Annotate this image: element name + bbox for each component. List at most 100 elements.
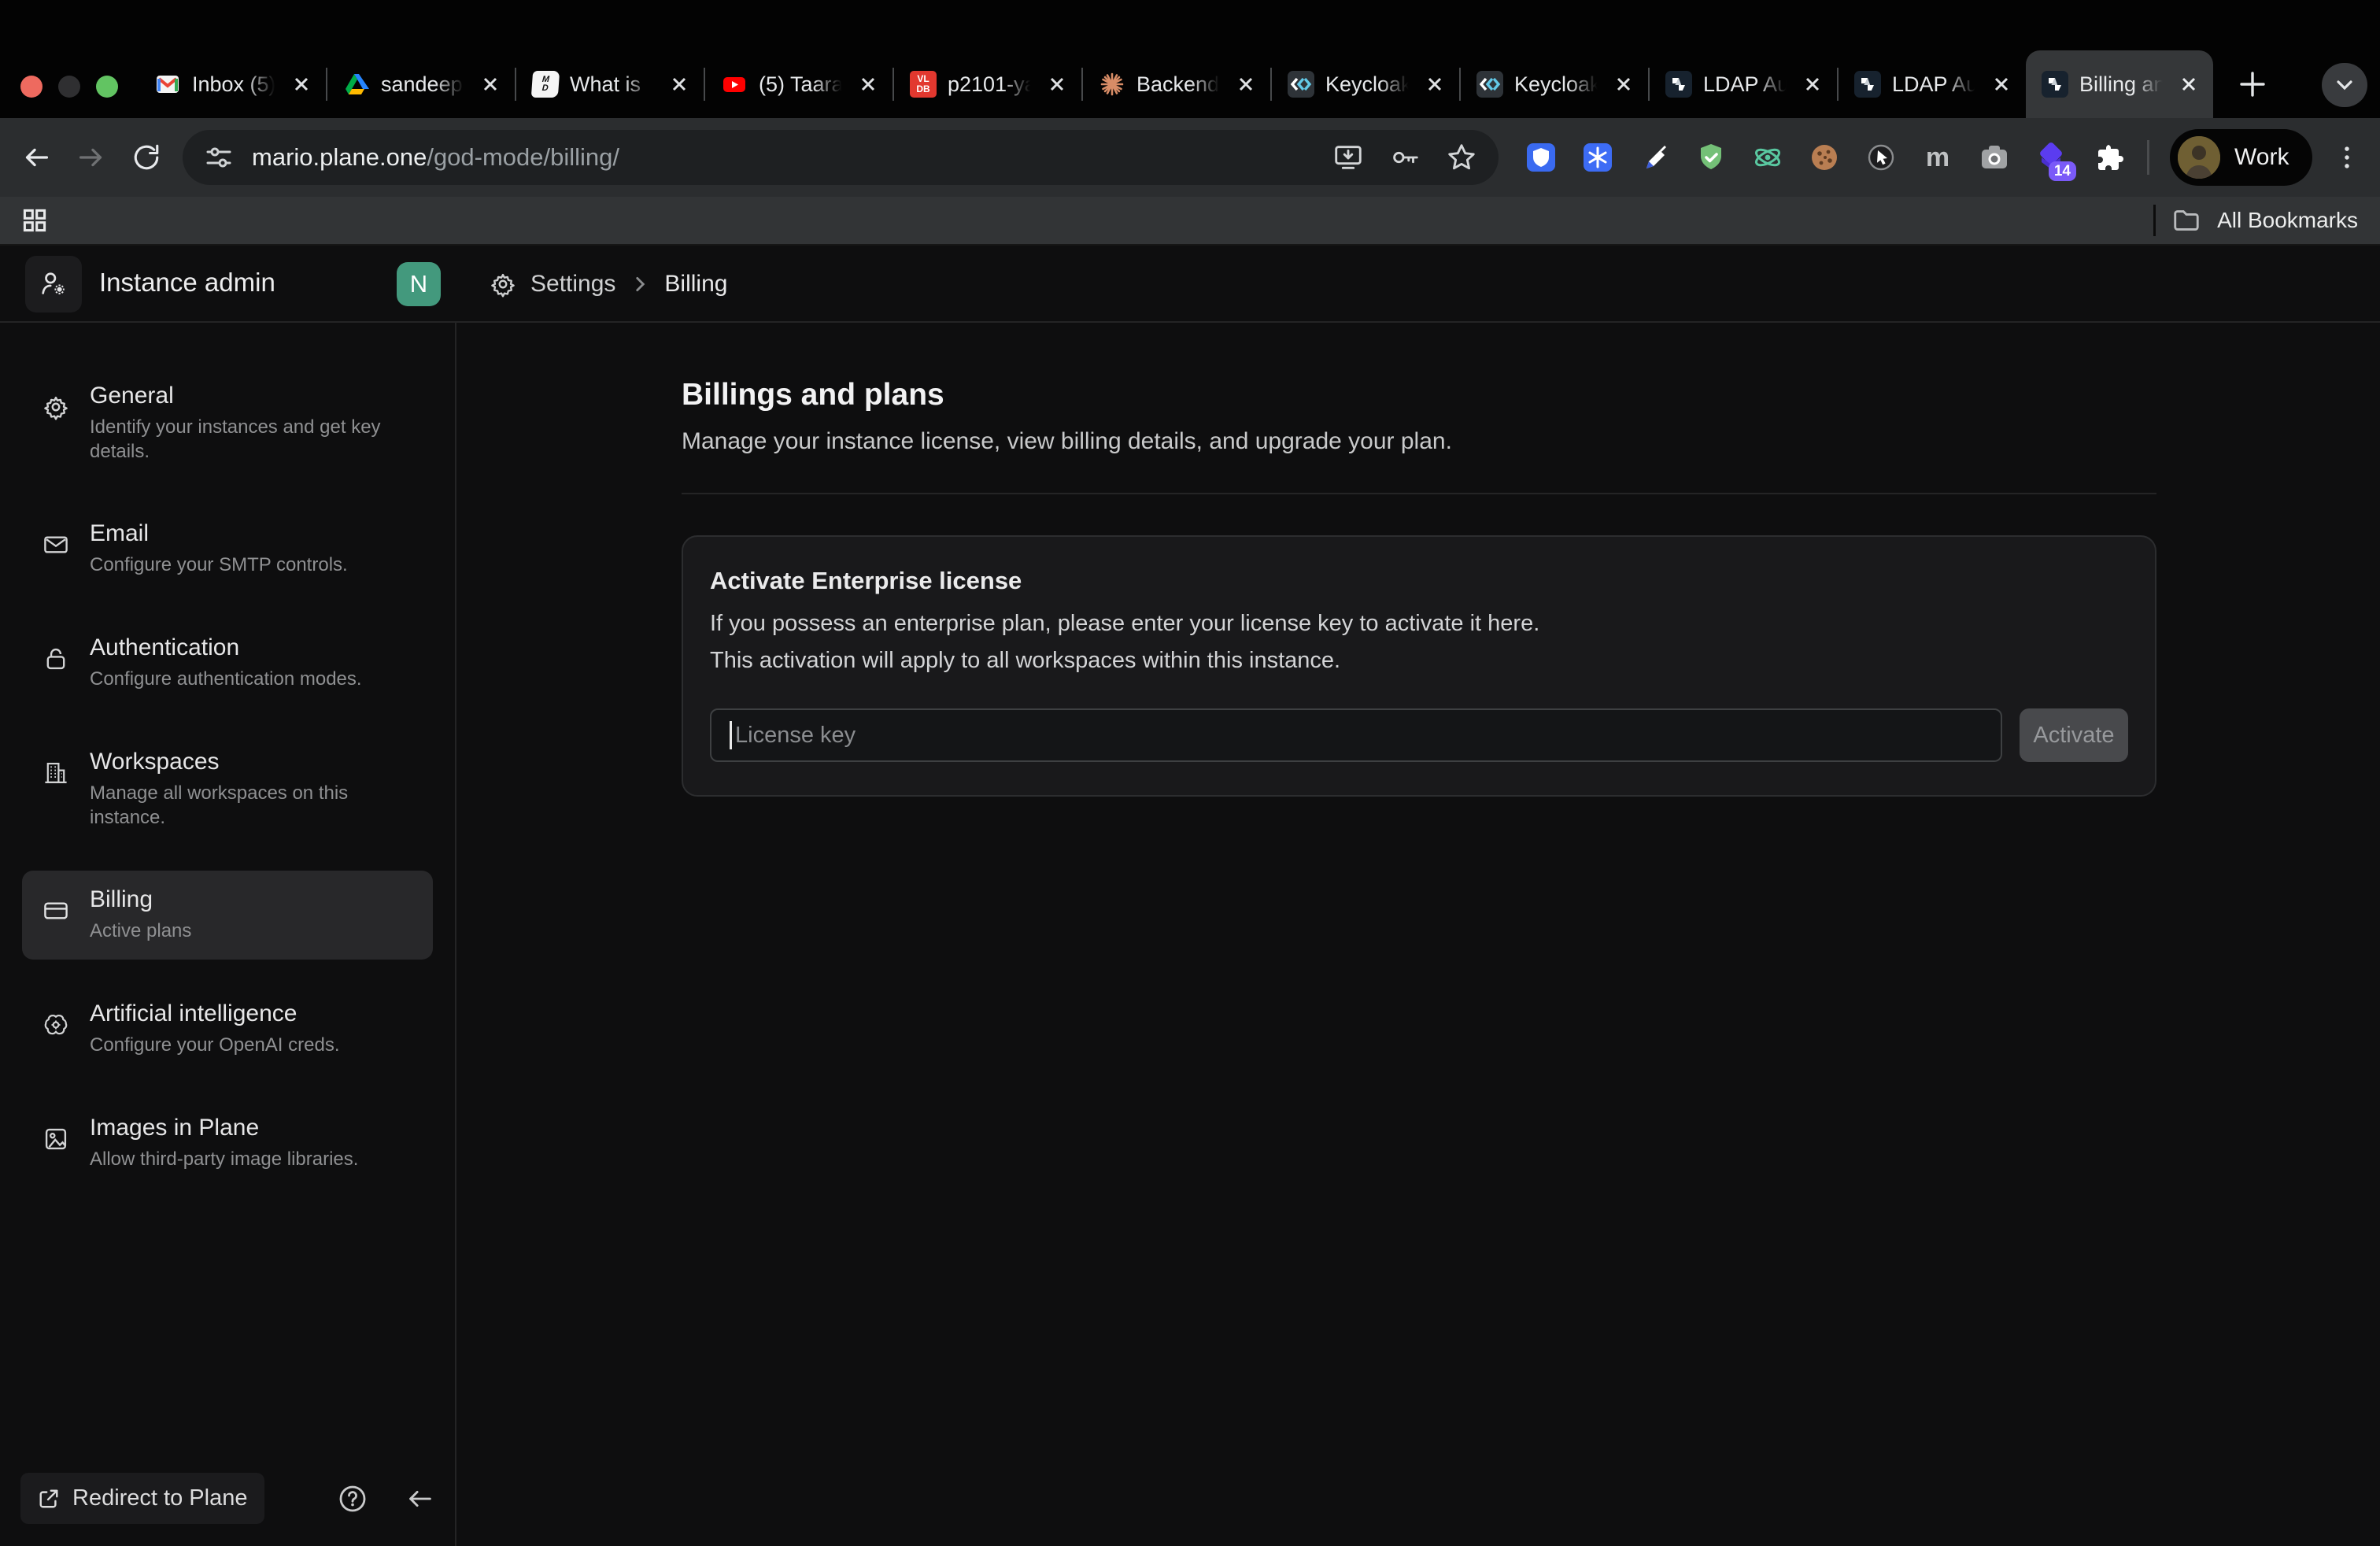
tab-title: sandeep [381, 72, 468, 97]
reload-button[interactable] [128, 139, 165, 176]
sidebar-item-description: Active plans [90, 919, 191, 944]
user-avatar[interactable]: N [397, 262, 441, 306]
profile-chip[interactable]: Work [2170, 129, 2312, 186]
url-path: /god-mode/billing/ [427, 143, 619, 171]
tab-title: Billing an [2079, 72, 2166, 97]
tab-youtube[interactable]: (5) Taara [705, 50, 893, 118]
sidebar-item-authentication[interactable]: Authentication Configure authentication … [22, 619, 433, 708]
help-icon[interactable] [337, 1483, 368, 1515]
password-key-icon[interactable] [1388, 141, 1421, 174]
browser-menu-icon[interactable] [2330, 140, 2364, 175]
sidebar-item-general[interactable]: General Identify your instances and get … [22, 367, 433, 479]
lock-icon [42, 645, 69, 672]
sidebar-item-label: Email [90, 520, 348, 547]
tab-close-icon[interactable] [479, 72, 502, 96]
m-letter-extension-icon[interactable]: m [1922, 142, 1953, 173]
tab-keycloak[interactable]: Keycloak [1461, 50, 1648, 118]
sidebar-item-workspaces[interactable]: Workspaces Manage all workspaces on this… [22, 733, 433, 845]
forward-button[interactable] [72, 139, 110, 176]
zoom-window-button[interactable] [96, 76, 118, 98]
google-drive-icon [343, 71, 370, 98]
bookmark-star-icon[interactable] [1445, 141, 1478, 174]
cursor-extension-icon[interactable] [1865, 142, 1897, 173]
close-window-button[interactable] [20, 76, 42, 98]
address-bar[interactable]: mario.plane.one/god-mode/billing/ [183, 130, 1499, 185]
snowflake-extension-icon[interactable] [1582, 142, 1613, 173]
tab-close-icon[interactable] [1423, 72, 1447, 96]
tab-keycloak[interactable]: Keycloak [1272, 50, 1459, 118]
tab-ldap[interactable]: LDAP Au [1650, 50, 1837, 118]
chevron-right-icon [630, 274, 650, 294]
extensions-puzzle-icon[interactable] [2092, 142, 2123, 173]
redirect-to-plane-button[interactable]: Redirect to Plane [20, 1473, 264, 1524]
page-subtitle: Manage your instance license, view billi… [682, 428, 2156, 455]
app-title: Instance admin [99, 268, 275, 298]
tab-close-icon[interactable] [1801, 72, 1824, 96]
tab-close-icon[interactable] [1045, 72, 1069, 96]
sidebar-item-artificial-intelligence[interactable]: Artificial intelligence Configure your O… [22, 985, 433, 1074]
instance-admin-icon [25, 256, 82, 313]
tab-close-icon[interactable] [1234, 72, 1258, 96]
tab-title: p2101-ya [948, 72, 1034, 97]
cookie-extension-icon[interactable] [1809, 142, 1840, 173]
tab-search-chevron[interactable] [2322, 63, 2367, 107]
external-link-icon [38, 1488, 60, 1510]
apps-grid-icon[interactable] [20, 206, 49, 235]
text-caret [730, 721, 732, 749]
tab-close-icon[interactable] [1990, 72, 2013, 96]
youtube-icon [721, 71, 748, 98]
toolbar-separator [2147, 140, 2149, 175]
plane-admin-page: Instance admin N Settings Billing Genera… [0, 246, 2380, 1546]
keycloak-icon [1476, 71, 1503, 98]
minimize-window-button[interactable] [58, 76, 80, 98]
pen-extension-icon[interactable] [1639, 142, 1670, 173]
tab-drive[interactable]: sandeep [327, 50, 515, 118]
tab-inbox[interactable]: Inbox (5) [139, 50, 326, 118]
tab-close-icon[interactable] [2177, 72, 2201, 96]
atom-extension-icon[interactable] [1752, 142, 1783, 173]
tab-close-icon[interactable] [856, 72, 880, 96]
license-key-input[interactable] [710, 708, 2002, 762]
collapse-sidebar-arrow-icon[interactable] [403, 1482, 436, 1515]
gear-icon [42, 394, 69, 420]
sidebar-item-email[interactable]: Email Configure your SMTP controls. [22, 505, 433, 594]
tab-title: LDAP Au [1892, 72, 1979, 97]
image-icon [42, 1126, 69, 1152]
new-tab-button[interactable] [2234, 65, 2271, 103]
folder-icon [2171, 205, 2201, 235]
purple-extension-icon[interactable]: 14 [2035, 142, 2067, 173]
tab-backend[interactable]: Backend [1083, 50, 1270, 118]
tab-close-icon[interactable] [290, 72, 313, 96]
green-shield-extension-icon[interactable] [1695, 142, 1727, 173]
activate-button[interactable]: Activate [2020, 708, 2128, 762]
plane-icon [1665, 71, 1692, 98]
sidebar-item-description: Configure your SMTP controls. [90, 553, 348, 578]
tab-article[interactable]: MD What is [516, 50, 704, 118]
sidebar-item-billing[interactable]: Billing Active plans [22, 871, 433, 960]
camera-extension-icon[interactable] [1979, 142, 2010, 173]
page-title: Billings and plans [682, 378, 2156, 412]
install-app-icon[interactable] [1332, 141, 1365, 174]
card-line-1: If you possess an enterprise plan, pleas… [710, 611, 2128, 637]
all-bookmarks-button[interactable]: All Bookmarks [2217, 208, 2358, 233]
shield-extension-icon[interactable] [1525, 142, 1557, 173]
settings-gear-icon [490, 271, 516, 298]
sidebar-item-label: Workspaces [90, 749, 382, 775]
site-info-icon[interactable] [203, 142, 235, 173]
back-button[interactable] [17, 139, 55, 176]
starburst-icon [1099, 71, 1125, 98]
admin-sidebar: General Identify your instances and get … [0, 323, 456, 1546]
browser-window-top: Inbox (5) sandeep MD What is (5) [0, 0, 2380, 118]
tab-close-icon[interactable] [1612, 72, 1635, 96]
tab-vldb[interactable]: VLDB p2101-ya [894, 50, 1081, 118]
tab-title: Inbox (5) [192, 72, 279, 97]
tab-ldap[interactable]: LDAP Au [1839, 50, 2026, 118]
tab-billing-active[interactable]: Billing an [2026, 50, 2213, 118]
sidebar-item-label: Billing [90, 886, 191, 913]
sidebar-item-label: Artificial intelligence [90, 1000, 340, 1027]
sidebar-item-description: Allow third-party image libraries. [90, 1148, 358, 1172]
tab-close-icon[interactable] [667, 72, 691, 96]
breadcrumb-settings[interactable]: Settings [530, 271, 615, 298]
sidebar-item-images[interactable]: Images in Plane Allow third-party image … [22, 1099, 433, 1188]
plane-icon [2042, 71, 2068, 98]
